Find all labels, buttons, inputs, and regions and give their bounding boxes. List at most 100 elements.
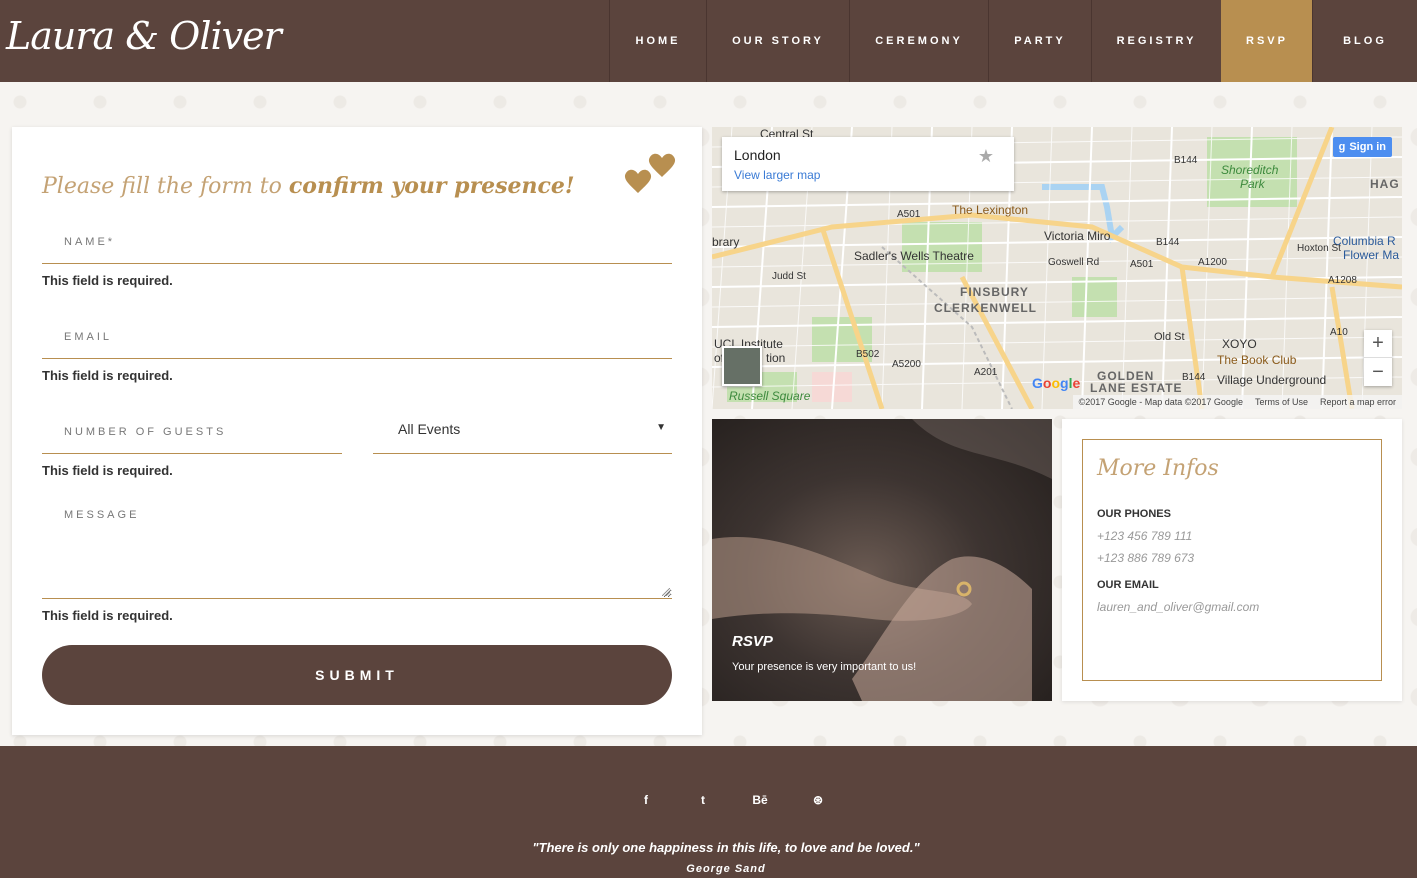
resize-grip-icon[interactable] xyxy=(662,588,670,596)
email-heading: OUR EMAIL xyxy=(1097,579,1159,591)
map-label-b502: B502 xyxy=(856,349,880,360)
map-label-lane-estate: LANE ESTATE xyxy=(1090,381,1183,395)
map-info-window: London View larger map ★ xyxy=(722,137,1014,191)
form-title: Please fill the form to confirm your pre… xyxy=(42,173,575,199)
map-label-b144: B144 xyxy=(1174,155,1198,166)
map-label-tion: tion xyxy=(766,351,786,365)
twitter-icon[interactable]: t xyxy=(693,793,713,807)
dribbble-icon[interactable]: ⊛ xyxy=(808,793,828,807)
map-label-hoxton: Hoxton St xyxy=(1297,243,1341,254)
map-label-brary: brary xyxy=(712,235,740,249)
map-footer: ©2017 Google - Map data ©2017 Google Ter… xyxy=(1072,395,1402,409)
map-label-b144b: B144 xyxy=(1156,237,1180,248)
nav-registry[interactable]: REGISTRY xyxy=(1091,0,1221,82)
name-input[interactable] xyxy=(42,222,672,263)
email-label: EMAIL xyxy=(64,331,113,343)
more-infos-title: More Infos xyxy=(1097,456,1219,481)
nav-ceremony[interactable]: CEREMONY xyxy=(849,0,988,82)
site-footer: f t Bē ⊛ "There is only one happiness in… xyxy=(0,746,1417,878)
photo-title: RSVP xyxy=(732,633,773,650)
message-field[interactable]: MESSAGE xyxy=(42,499,672,599)
nav-party[interactable]: PARTY xyxy=(988,0,1091,82)
map-label-a201: A201 xyxy=(974,367,998,378)
event-select[interactable]: All Events ▼ xyxy=(373,412,672,454)
map-label-book-club: The Book Club xyxy=(1217,353,1297,367)
google-logo: Google xyxy=(1032,375,1081,391)
map-label-a501a: A501 xyxy=(897,209,921,220)
map-label-goswell: Goswell Rd xyxy=(1048,257,1100,268)
star-icon[interactable]: ★ xyxy=(978,146,994,167)
rsvp-form-card: Please fill the form to confirm your pre… xyxy=(12,127,702,735)
email-error: This field is required. xyxy=(42,368,173,383)
map-label-hag: HAG xyxy=(1370,177,1400,191)
nav-our-story[interactable]: OUR STORY xyxy=(706,0,849,82)
name-label: NAME* xyxy=(64,236,116,248)
rsvp-photo: RSVP Your presence is very important to … xyxy=(712,419,1052,701)
map-label-finsbury: FINSBURY xyxy=(960,285,1029,299)
nav-blog[interactable]: BLOG xyxy=(1312,0,1417,82)
map-label-sadlers-wells: Sadler's Wells Theatre xyxy=(854,249,974,263)
guests-label: NUMBER OF GUESTS xyxy=(64,426,227,438)
map-report-link[interactable]: Report a map error xyxy=(1320,397,1396,407)
more-infos-card: More Infos OUR PHONES +123 456 789 111 +… xyxy=(1062,419,1402,701)
map-label-a5200: A5200 xyxy=(892,359,921,370)
photo-subtitle: Your presence is very important to us! xyxy=(732,661,917,673)
email-input[interactable] xyxy=(42,317,672,358)
map-label-a501b: A501 xyxy=(1130,259,1154,270)
map-label-russell-square: Russell Square xyxy=(729,389,811,403)
map-label-the-lexington: The Lexington xyxy=(952,203,1029,217)
map-label-village-underground: Village Underground xyxy=(1217,373,1327,387)
phone-2[interactable]: +123 886 789 673 xyxy=(1097,551,1194,565)
map-embed[interactable]: Central St The Lexington Victoria Miro S… xyxy=(712,127,1402,409)
form-title-strong: confirm your presence! xyxy=(288,173,575,199)
phones-heading: OUR PHONES xyxy=(1097,508,1171,520)
behance-icon[interactable]: Bē xyxy=(750,793,770,807)
map-label-a10: A10 xyxy=(1330,327,1348,338)
main-nav: HOME OUR STORY CEREMONY PARTY REGISTRY R… xyxy=(609,0,1417,82)
name-field[interactable]: NAME* xyxy=(42,222,672,264)
nav-home[interactable]: HOME xyxy=(609,0,706,82)
message-label: MESSAGE xyxy=(64,509,140,521)
more-infos-frame: More Infos OUR PHONES +123 456 789 111 +… xyxy=(1082,439,1382,681)
map-label-xoyo: XOYO xyxy=(1222,337,1257,351)
map-label-park: Park xyxy=(1240,177,1265,191)
zoom-out-button[interactable]: − xyxy=(1364,358,1392,386)
event-select-value: All Events xyxy=(398,421,461,437)
map-label-victoria-miro: Victoria Miro xyxy=(1044,229,1111,243)
zoom-controls: + − xyxy=(1364,330,1392,386)
map-label-shoreditch: Shoreditch xyxy=(1221,163,1279,177)
map-label-flower: Flower Ma xyxy=(1343,248,1400,262)
contact-email[interactable]: lauren_and_oliver@gmail.com xyxy=(1097,600,1259,614)
map-place-name: London xyxy=(734,147,781,163)
quote-author: George Sand xyxy=(686,863,766,875)
zoom-in-button[interactable]: + xyxy=(1364,330,1392,358)
google-plus-icon: g xyxy=(1338,141,1346,153)
map-label-judd: Judd St xyxy=(772,271,806,282)
form-title-plain: Please fill the form to xyxy=(42,174,282,199)
map-label-a1208: A1208 xyxy=(1328,275,1357,286)
email-field[interactable]: EMAIL xyxy=(42,317,672,359)
nav-rsvp[interactable]: RSVP xyxy=(1221,0,1312,82)
map-label-old-st: Old St xyxy=(1154,331,1185,343)
submit-button[interactable]: SUBMIT xyxy=(42,645,672,705)
map-label-columbia: Columbia R xyxy=(1333,234,1396,248)
facebook-icon[interactable]: f xyxy=(636,793,656,807)
map-copyright: ©2017 Google - Map data ©2017 Google xyxy=(1078,397,1243,407)
site-logo[interactable]: Laura & Oliver xyxy=(6,14,282,58)
hands-ring-image xyxy=(712,419,1052,701)
map-label-a1200: A1200 xyxy=(1198,257,1227,268)
hearts-icon xyxy=(624,153,676,193)
google-sign-in-button[interactable]: g Sign in xyxy=(1332,137,1392,157)
map-label-clerkenwell: CLERKENWELL xyxy=(934,301,1037,315)
dropdown-arrow-icon: ▼ xyxy=(656,422,666,433)
phone-1[interactable]: +123 456 789 111 xyxy=(1097,529,1192,543)
map-terms-link[interactable]: Terms of Use xyxy=(1255,397,1308,407)
name-error: This field is required. xyxy=(42,273,173,288)
guests-field[interactable]: NUMBER OF GUESTS xyxy=(42,412,342,454)
site-header: Laura & Oliver HOME OUR STORY CEREMONY P… xyxy=(0,0,1417,82)
view-larger-map-link[interactable]: View larger map xyxy=(734,168,820,182)
sign-in-label: Sign in xyxy=(1349,141,1386,153)
footer-quote: "There is only one happiness in this lif… xyxy=(532,840,920,855)
satellite-toggle-thumbnail[interactable] xyxy=(722,346,762,386)
message-error: This field is required. xyxy=(42,608,173,623)
